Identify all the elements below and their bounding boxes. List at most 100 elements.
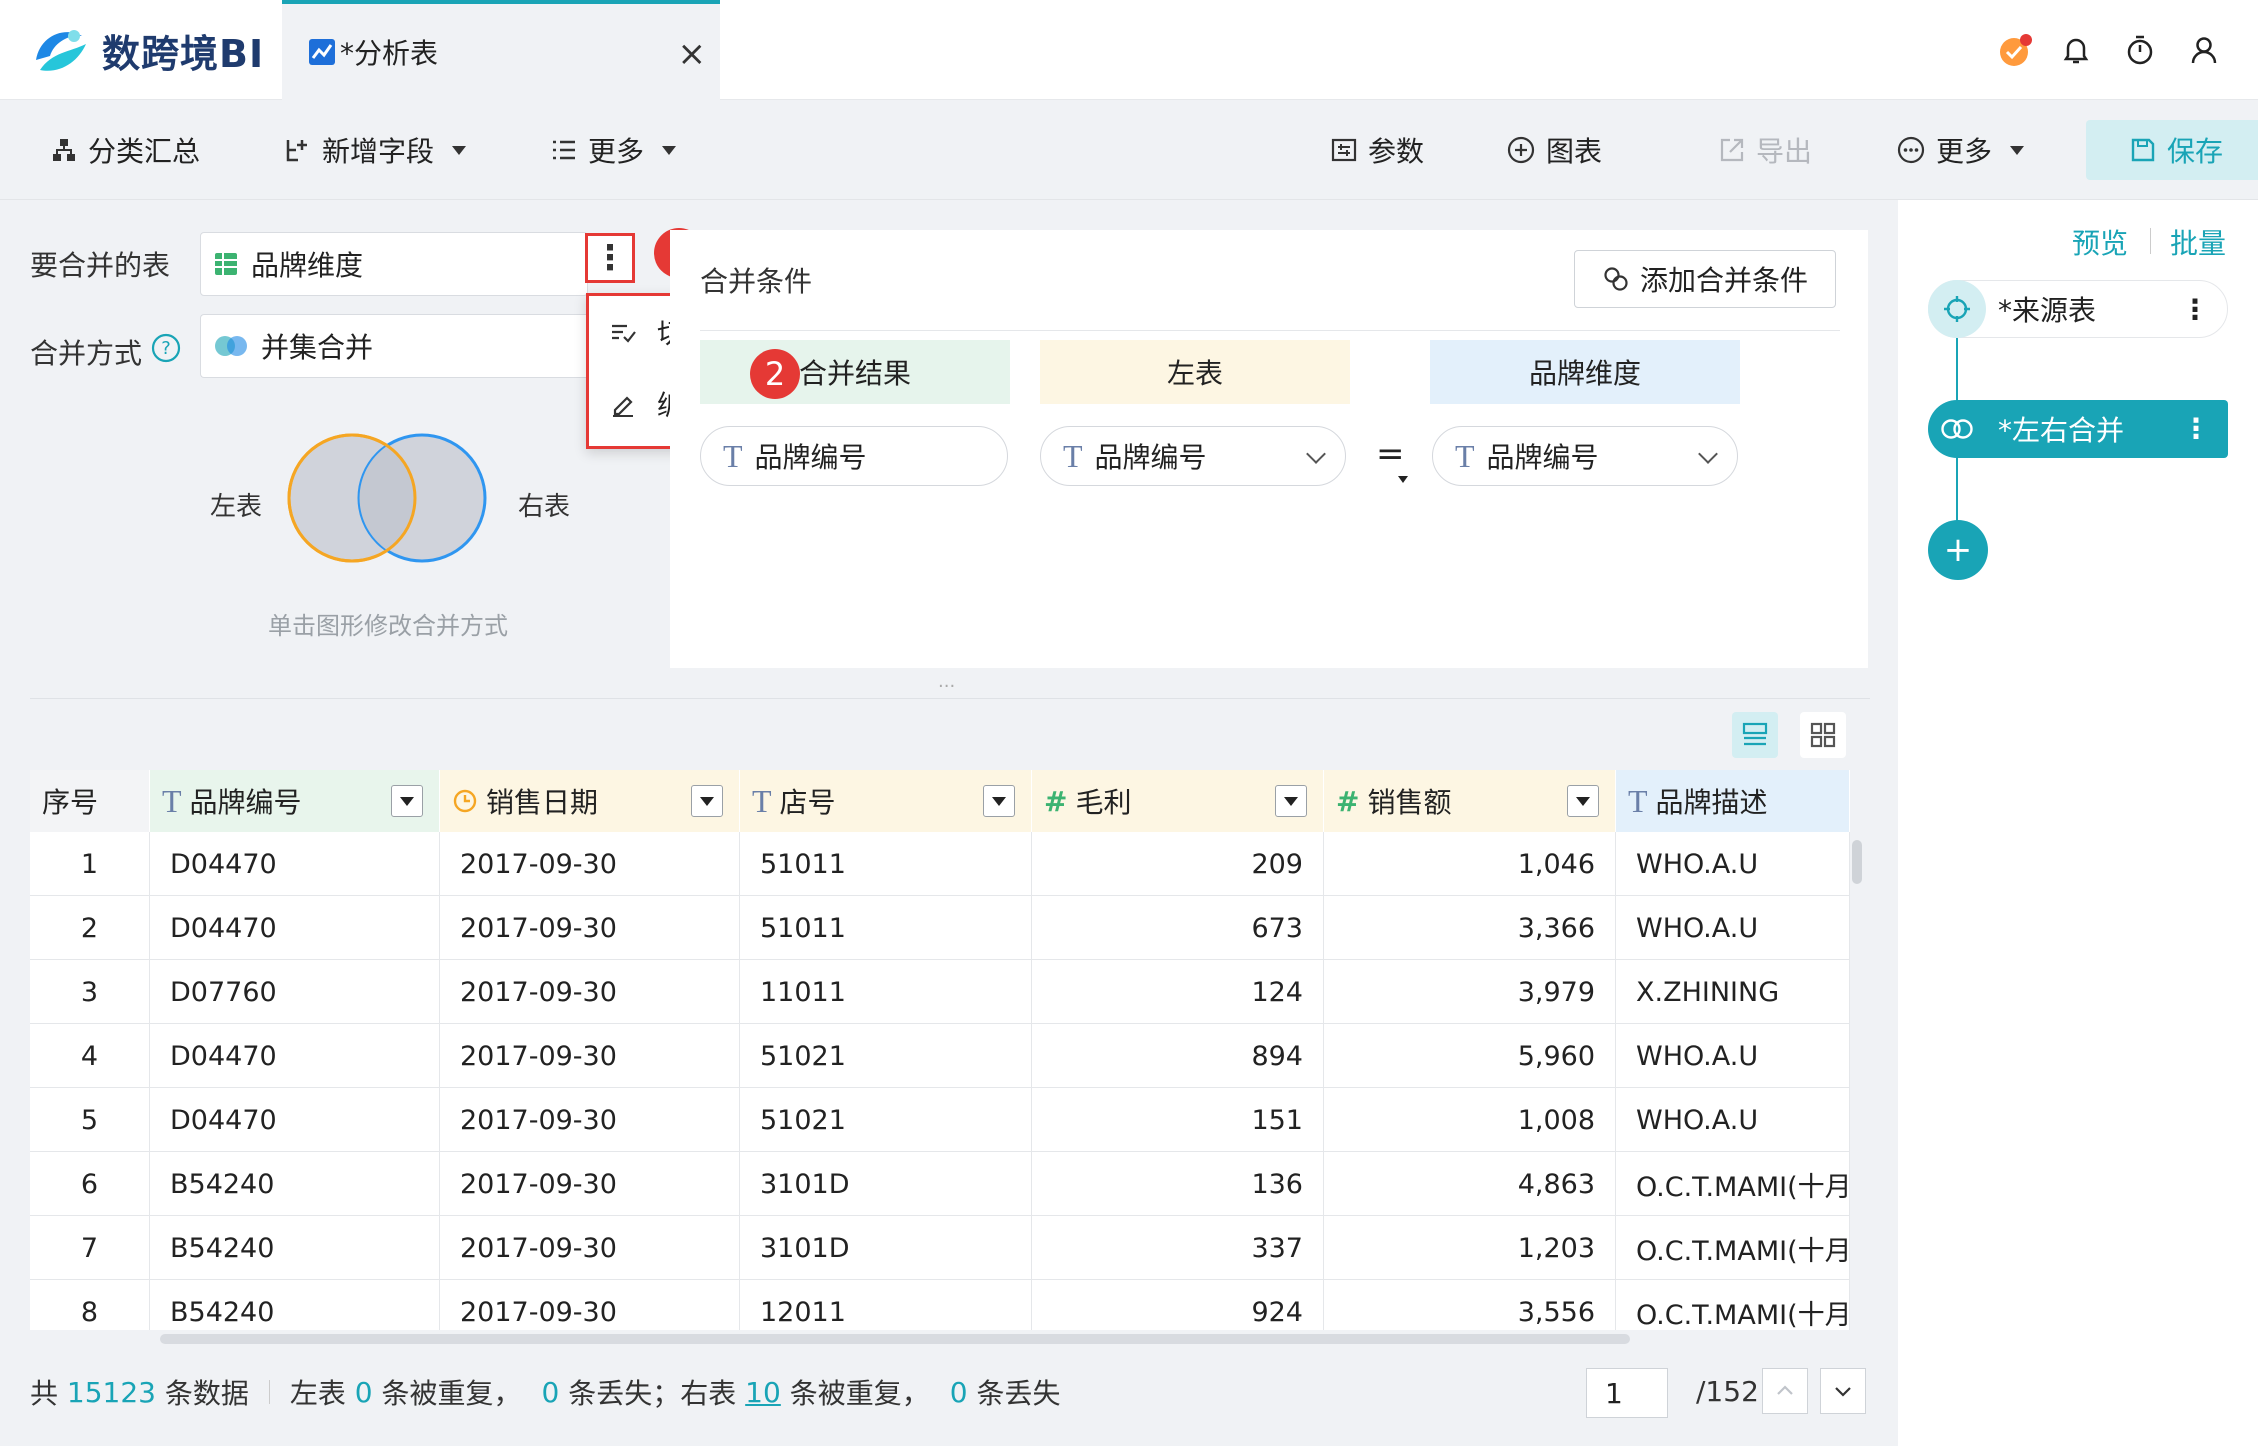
user-icon[interactable] bbox=[2184, 30, 2224, 70]
more-left-button[interactable]: 更多 bbox=[550, 124, 677, 176]
footer-text: 条被重复， bbox=[372, 1377, 522, 1410]
footer-text: 条丢失 bbox=[967, 1377, 1061, 1410]
node-more-icon[interactable]: ⋮ bbox=[2181, 293, 2209, 326]
add-field-label: 新增字段 bbox=[322, 135, 435, 168]
page-input[interactable]: 1 bbox=[1586, 1368, 1668, 1418]
timer-icon[interactable] bbox=[2120, 30, 2160, 70]
group-summary-button[interactable]: 分类汇总 bbox=[50, 124, 200, 176]
chart-button[interactable]: 图表 bbox=[1506, 124, 1602, 176]
table-cell: 337 bbox=[1032, 1216, 1324, 1280]
save-label: 保存 bbox=[2166, 135, 2223, 168]
table-row[interactable]: 2 D04470 2017-09-30 51011 673 3,366 WHO.A.U bbox=[30, 896, 1850, 960]
horizontal-scrollbar[interactable] bbox=[160, 1334, 1630, 1344]
add-condition-button[interactable]: 添加合并条件 bbox=[1574, 250, 1836, 308]
method-value: 并集合并 bbox=[261, 331, 374, 364]
add-node-button[interactable]: + bbox=[1928, 520, 1988, 580]
table-cell: 4,863 bbox=[1324, 1152, 1616, 1216]
batch-link[interactable]: 批量 bbox=[2170, 222, 2226, 262]
close-icon[interactable]: × bbox=[678, 34, 707, 74]
method-select[interactable]: 并集合并 bbox=[200, 314, 600, 378]
list-view-icon bbox=[1742, 722, 1768, 746]
table-cell: 6 bbox=[30, 1152, 150, 1216]
col-header-brand-code[interactable]: T 品牌编号 bbox=[150, 770, 440, 832]
drag-handle-icon[interactable]: ··· bbox=[938, 676, 955, 697]
more-right-button[interactable]: 更多 bbox=[1896, 124, 2025, 176]
list-view-button[interactable] bbox=[1732, 712, 1778, 758]
col-header-sale-date[interactable]: 销售日期 bbox=[440, 770, 740, 832]
table-cell: 1,008 bbox=[1324, 1088, 1616, 1152]
col-header-label: 销售日期 bbox=[486, 786, 599, 819]
export-button[interactable]: 导出 bbox=[1718, 124, 1812, 176]
table-row[interactable]: 7 B54240 2017-09-30 3101D 337 1,203 O.C.T.MAMI… bbox=[30, 1216, 1850, 1280]
table-cell: 3 bbox=[30, 960, 150, 1024]
table-cell: 51011 bbox=[740, 832, 1032, 896]
right-field-select[interactable]: T 品牌编号 bbox=[1432, 426, 1738, 486]
operator-value: = bbox=[1376, 434, 1405, 474]
col-header-store[interactable]: T 店号 bbox=[740, 770, 1032, 832]
table-cell: 2017-09-30 bbox=[440, 1216, 740, 1280]
help-icon[interactable]: ? bbox=[150, 332, 182, 364]
params-icon bbox=[1331, 138, 1357, 162]
group-summary-label: 分类汇总 bbox=[88, 135, 201, 168]
operator-select[interactable]: = bbox=[1376, 434, 1405, 474]
flow-node-merge[interactable]: *左右合并 ⋮ bbox=[1928, 400, 2228, 458]
page-up-button[interactable] bbox=[1762, 1368, 1808, 1414]
add-field-button[interactable]: 新增字段 bbox=[284, 124, 467, 176]
col-head-left-label: 左表 bbox=[1166, 357, 1223, 390]
union-icon bbox=[215, 336, 247, 356]
col-header-sales[interactable]: # 销售额 bbox=[1324, 770, 1616, 832]
save-button[interactable]: 保存 bbox=[2086, 120, 2258, 180]
col-header-label: 销售额 bbox=[1367, 786, 1452, 819]
table-row[interactable]: 1 D04470 2017-09-30 51011 209 1,046 WHO.A.U bbox=[30, 832, 1850, 896]
plus-circle-icon bbox=[1507, 136, 1535, 164]
toolbar: 分类汇总 新增字段 更多 参数 图表 导出 更多 保存 bbox=[0, 100, 2258, 200]
table-cell: D04470 bbox=[150, 896, 440, 960]
column-menu-button[interactable] bbox=[391, 785, 423, 817]
column-menu-button[interactable] bbox=[691, 785, 723, 817]
left-dup-count: 0 bbox=[354, 1375, 373, 1409]
vertical-scrollbar[interactable] bbox=[1852, 840, 1862, 884]
table-row[interactable]: 8 B54240 2017-09-30 12011 924 3,556 O.C.T.MAMI… bbox=[30, 1280, 1850, 1330]
params-button[interactable]: 参数 bbox=[1330, 124, 1424, 176]
venn-diagram[interactable] bbox=[284, 430, 494, 566]
footer-text: 共 bbox=[30, 1377, 67, 1410]
ellipsis-circle-icon bbox=[1897, 136, 1925, 164]
col-header-profit[interactable]: # 毛利 bbox=[1032, 770, 1324, 832]
grid-view-button[interactable] bbox=[1800, 712, 1846, 758]
bell-icon[interactable] bbox=[2056, 30, 2096, 70]
text-type-icon: T bbox=[162, 782, 182, 819]
table-cell: O.C.T.MAMI(十月 bbox=[1616, 1280, 1850, 1330]
table-select[interactable]: 品牌维度 bbox=[200, 232, 588, 296]
badge-icon[interactable] bbox=[1996, 30, 2036, 70]
top-bar: 数跨境BI *分析表 × bbox=[0, 0, 2258, 100]
footer-text: 条丢失；右表 bbox=[559, 1377, 746, 1410]
column-menu-button[interactable] bbox=[1275, 785, 1307, 817]
tab-analysis[interactable]: *分析表 × bbox=[282, 0, 720, 100]
table-row[interactable]: 4 D04470 2017-09-30 51021 894 5,960 WHO.A.U bbox=[30, 1024, 1850, 1088]
flow-node-source[interactable]: *来源表 ⋮ bbox=[1928, 280, 2228, 338]
table-row[interactable]: 6 B54240 2017-09-30 3101D 136 4,863 O.C.T.MAMI… bbox=[30, 1152, 1850, 1216]
page-total: /152 bbox=[1696, 1375, 1759, 1408]
result-field-input[interactable]: T 品牌编号 bbox=[700, 426, 1008, 486]
table-row[interactable]: 3 D07760 2017-09-30 11011 124 3,979 X.ZHINING bbox=[30, 960, 1850, 1024]
panel-splitter[interactable] bbox=[30, 698, 1870, 699]
venn-right-label: 右表 bbox=[518, 492, 571, 522]
node-more-icon[interactable]: ⋮ bbox=[2182, 412, 2210, 445]
right-dup-link[interactable]: 10 bbox=[745, 1376, 781, 1409]
table-cell: WHO.A.U bbox=[1616, 1088, 1850, 1152]
left-field-select[interactable]: T 品牌编号 bbox=[1040, 426, 1346, 486]
text-type-icon: T bbox=[752, 782, 772, 819]
chevron-down-icon bbox=[1835, 1387, 1851, 1397]
column-menu-button[interactable] bbox=[983, 785, 1015, 817]
table-cell: D04470 bbox=[150, 832, 440, 896]
table-more-button[interactable]: ⋮ bbox=[585, 233, 635, 283]
table-row[interactable]: 5 D04470 2017-09-30 51021 151 1,008 WHO.A.U bbox=[30, 1088, 1850, 1152]
column-menu-button[interactable] bbox=[1567, 785, 1599, 817]
number-type-icon: # bbox=[1336, 784, 1360, 818]
left-lost-count: 0 bbox=[541, 1375, 560, 1409]
chevron-up-icon bbox=[1777, 1385, 1793, 1395]
col-header-brand-desc[interactable]: T 品牌描述 bbox=[1616, 770, 1850, 832]
page-down-button[interactable] bbox=[1820, 1368, 1866, 1414]
caret-down-icon bbox=[1398, 476, 1408, 483]
preview-link[interactable]: 预览 bbox=[2072, 222, 2128, 262]
